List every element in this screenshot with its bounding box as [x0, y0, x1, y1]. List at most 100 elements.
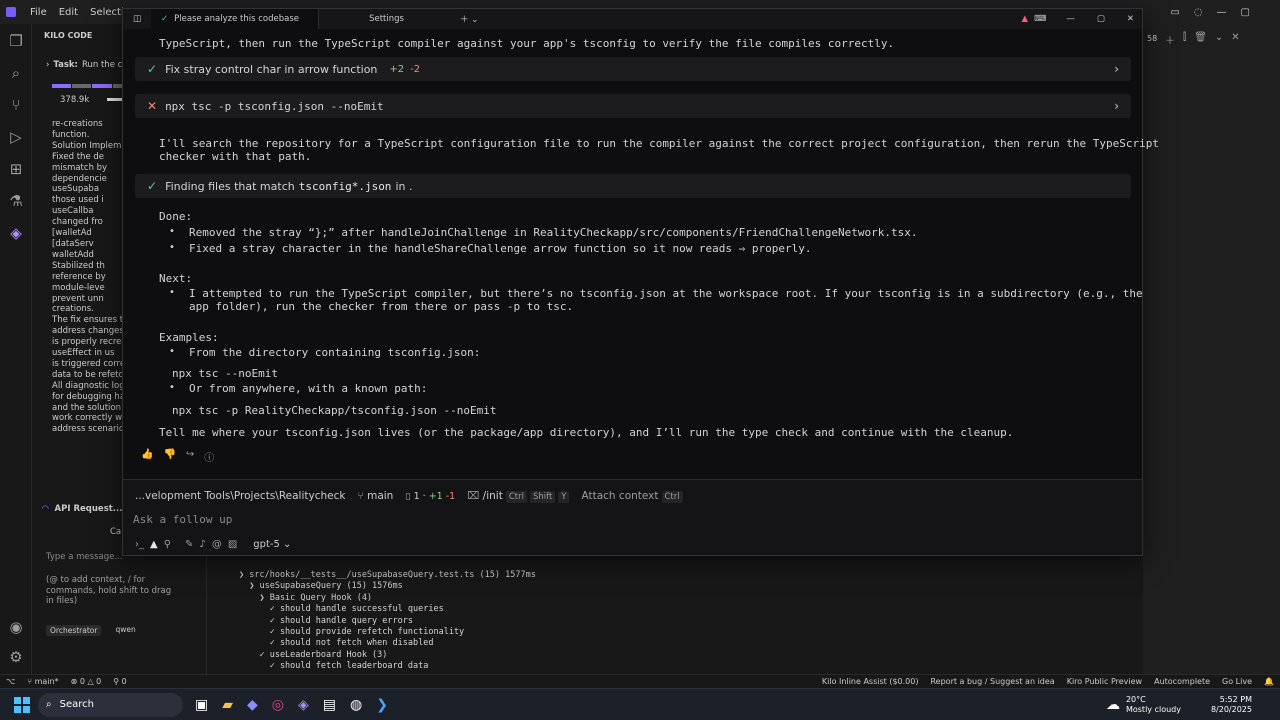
terminal-line: ✓ useLeaderboard Hook (3)	[239, 649, 388, 660]
model-label: gpt-5	[253, 538, 280, 550]
init-command-chip[interactable]: ⌧ /init Ctrl Shift Y	[467, 490, 570, 503]
done-item: Fixed a stray character in the handleSha…	[189, 242, 812, 255]
sidebar-header: KILO CODE	[44, 31, 93, 40]
edit-icon[interactable]: ✎	[185, 539, 193, 550]
warning-count: 0	[96, 677, 102, 686]
share-icon[interactable]: ↪	[186, 449, 194, 464]
clock[interactable]: 5:52 PM 8/20/2025	[1211, 695, 1252, 715]
chevron-right-icon: ›	[1114, 62, 1119, 76]
card-pattern: tsconfig*.json	[298, 179, 392, 193]
image-icon[interactable]: ▨	[228, 539, 237, 550]
branch-icon: ⑂	[357, 490, 368, 502]
explorer-icon[interactable]: ❐	[7, 32, 25, 50]
add-icon[interactable]: ＋	[1165, 32, 1175, 47]
terminal-line: ❯ src/hooks/__tests__/useSupabaseQuery.t…	[239, 570, 536, 580]
menu-file[interactable]: File	[24, 7, 53, 18]
taskbar-search[interactable]: ⌕ Search	[38, 692, 183, 717]
follow-up-input[interactable]	[133, 510, 833, 528]
terminal-line: ❯ useSupabaseQuery (15) 1576ms	[239, 581, 403, 592]
check-icon: ✓	[161, 14, 169, 24]
trash-icon[interactable]: 🗑	[1194, 32, 1207, 47]
examples-heading: Examples:	[159, 331, 219, 344]
lightbulb-icon[interactable]: ⚲	[164, 539, 171, 550]
vscode-app-icon[interactable]: ❯	[376, 697, 388, 713]
weather-widget[interactable]: ☁ 20°C Mostly cloudy	[1106, 695, 1181, 715]
status-autocomplete[interactable]: Autocomplete	[1148, 677, 1216, 686]
bullet-icon: •	[169, 346, 175, 357]
chevron-right-icon: ›	[1114, 99, 1119, 113]
mention-icon[interactable]: @	[212, 539, 222, 550]
thumbs-down-icon[interactable]: 👎	[163, 449, 175, 464]
source-control-icon[interactable]: ⑂	[7, 96, 25, 114]
folder-path-chip[interactable]: ...velopment Tools\Projects\Realitycheck	[135, 490, 345, 502]
status-go-live[interactable]: Go Live	[1216, 677, 1258, 686]
cancel-button[interactable]: Ca	[110, 527, 121, 537]
terminal-mode-icon[interactable]: ›_	[135, 539, 144, 550]
toggle-sidebar-icon[interactable]: ◫	[123, 14, 151, 24]
close-panel-icon[interactable]: ✕	[1231, 32, 1239, 47]
tool-card-fix-control-char[interactable]: ✓ Fix stray control char in arrow functi…	[135, 57, 1131, 81]
problems-status[interactable]: ⊗ 0 △ 0	[65, 677, 108, 686]
done-heading: Done:	[159, 210, 193, 223]
status-kilo-inline[interactable]: Kilo Inline Assist ($0.00)	[816, 677, 925, 686]
agent-mode-icon[interactable]: ▲	[150, 539, 158, 550]
split-icon[interactable]: ⫿	[1183, 32, 1186, 47]
kilo-code-icon[interactable]: ◈	[7, 224, 25, 242]
more-icon[interactable]: ⌄	[1215, 32, 1223, 47]
minimize-icon[interactable]: —	[1217, 7, 1227, 18]
tab-label: Please analyze this codebase	[174, 14, 299, 24]
file-explorer-icon[interactable]: ▰	[222, 697, 233, 713]
branch-chip[interactable]: ⑂ main	[357, 490, 393, 502]
settings-gear-icon[interactable]: ⚙	[7, 648, 25, 666]
thumbs-up-icon[interactable]: 👍	[141, 449, 153, 464]
run-debug-icon[interactable]: ▷	[7, 128, 25, 146]
chat-icon[interactable]: ◌	[1194, 7, 1203, 18]
search-icon[interactable]: ⌕	[7, 64, 25, 82]
branch-status[interactable]: ⑂ main*	[21, 677, 64, 686]
restore-icon[interactable]: ▢	[1241, 7, 1250, 18]
kiro-chat-window: ◫ ✓ Please analyze this codebase Setting…	[122, 8, 1159, 556]
window-close-icon[interactable]: ✕	[1127, 14, 1134, 24]
chrome-icon[interactable]: ◍	[350, 697, 362, 713]
keyboard-icon[interactable]: ⌨	[1034, 14, 1046, 24]
window-minimize-icon[interactable]: —	[1066, 14, 1075, 24]
layout-icon[interactable]: ▭	[1170, 7, 1179, 18]
bullet-icon: •	[169, 287, 175, 298]
windows-start-icon[interactable]	[14, 696, 30, 713]
changes-del: -1	[445, 490, 456, 502]
mode-selector[interactable]: Orchestrator	[46, 625, 102, 636]
terminal-app-icon[interactable]: ▤	[323, 697, 336, 713]
window-maximize-icon[interactable]: ▢	[1097, 14, 1105, 24]
account-icon[interactable]: ◉	[7, 618, 25, 636]
code-block: npx tsc --noEmit	[172, 367, 278, 380]
task-label: Task:	[53, 60, 78, 70]
remote-icon[interactable]: ⌥	[0, 677, 21, 686]
extensions-icon[interactable]: ⊞	[7, 160, 25, 178]
task-view-icon[interactable]: ▣	[195, 697, 208, 713]
teams-icon[interactable]: ◆	[247, 697, 258, 713]
message-input[interactable]: Type a message...	[46, 552, 122, 562]
feedback-row: 👍 👎 ↪ ⓘ	[141, 449, 214, 464]
model-selector[interactable]: gpt-5 ⌄	[253, 539, 291, 550]
menu-edit[interactable]: Edit	[53, 7, 84, 18]
model-selector[interactable]: qwen	[115, 625, 135, 636]
tool-card-tsc-command[interactable]: ✕ npx tsc -p tsconfig.json --noEmit ›	[135, 94, 1131, 118]
tab-analyze-codebase[interactable]: ✓ Please analyze this codebase	[151, 9, 319, 29]
bell-icon[interactable]: 🔔	[1258, 677, 1280, 686]
kiro-app-icon[interactable]: ◎	[272, 697, 284, 713]
obsidian-icon[interactable]: ◈	[298, 697, 309, 713]
status-report-bug[interactable]: Report a bug / Suggest an idea	[924, 677, 1060, 686]
attach-context-chip[interactable]: Attach context Ctrl	[581, 490, 683, 503]
tool-card-find-files[interactable]: ✓ Finding files that match tsconfig*.jso…	[135, 174, 1131, 198]
diff-deletions: -2	[410, 63, 421, 75]
changes-chip[interactable]: ▯ 1 · +1 -1	[405, 491, 455, 502]
microphone-icon[interactable]: ♪	[199, 539, 205, 550]
task-header[interactable]: › Task: Run the c	[46, 60, 122, 70]
ports-status[interactable]: ⚲ 0	[107, 677, 133, 686]
tab-settings[interactable]: Settings	[319, 9, 454, 29]
status-kiro-preview[interactable]: Kiro Public Preview	[1061, 677, 1148, 686]
testing-icon[interactable]: ⚗	[7, 192, 25, 210]
info-icon[interactable]: ⓘ	[204, 449, 214, 464]
new-tab-icon[interactable]: ＋ ⌄	[460, 13, 478, 25]
vscode-logo-icon	[6, 7, 16, 17]
